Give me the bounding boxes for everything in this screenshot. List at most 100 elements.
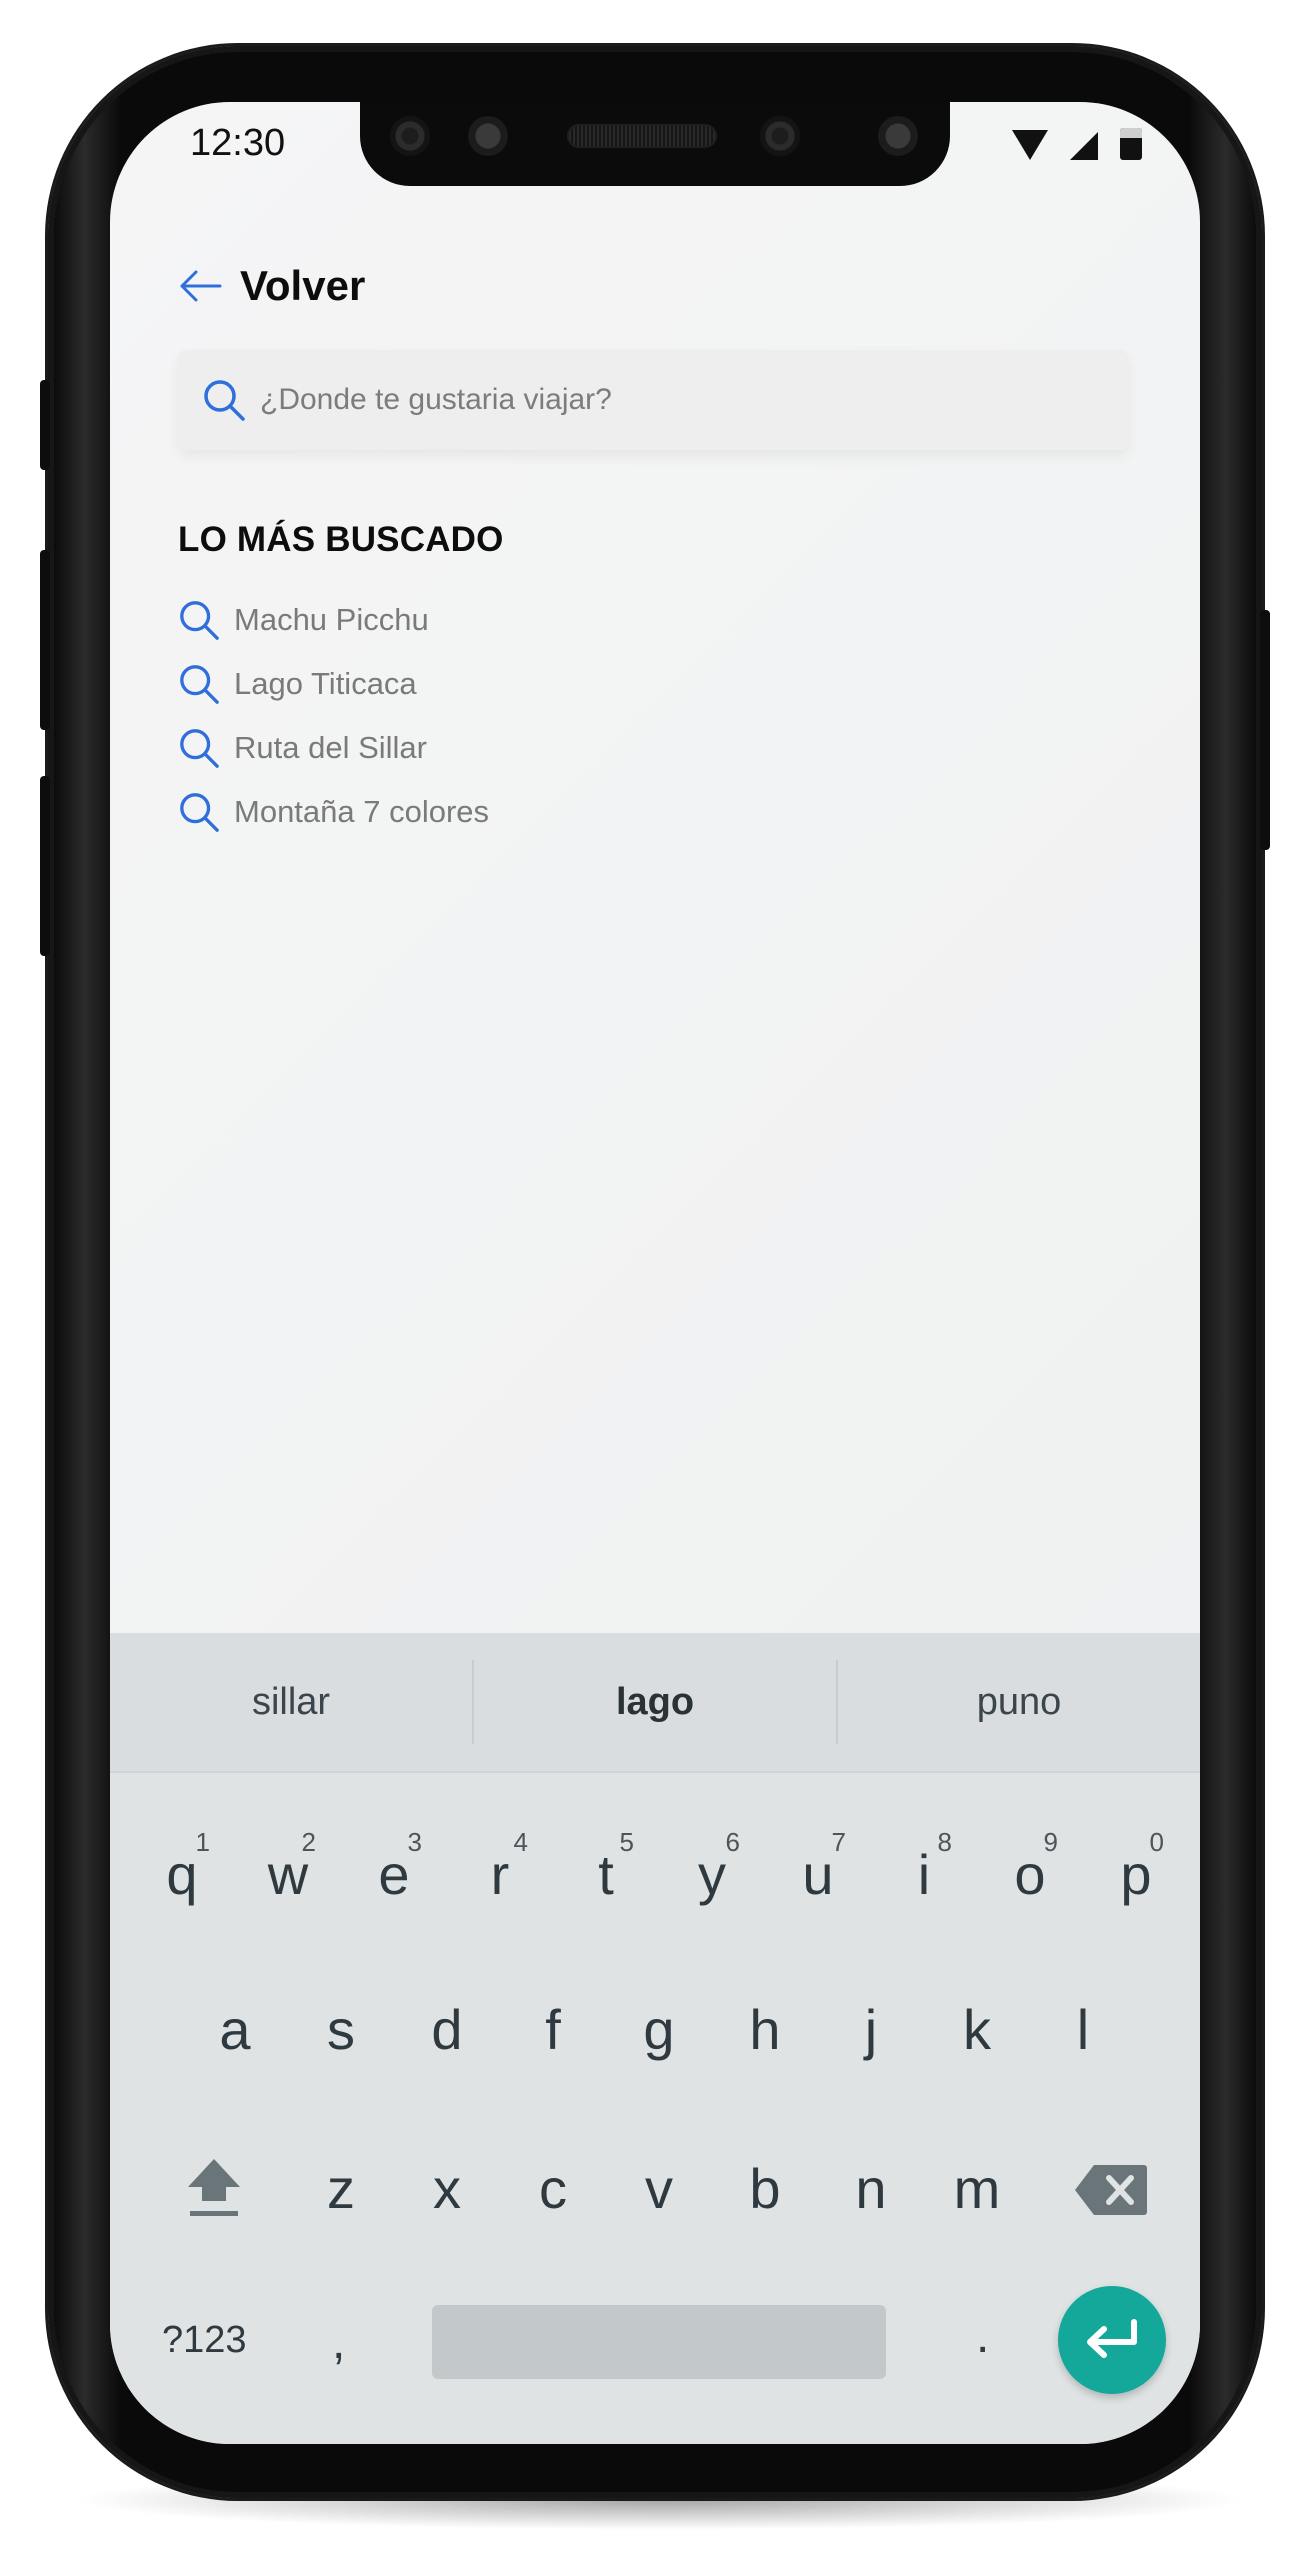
keyboard: sillar lago puno 1q 2w 3e 4r 5t 6y 7u 8i… bbox=[110, 1633, 1200, 2444]
key-j[interactable]: j bbox=[821, 1978, 921, 2078]
key-p[interactable]: 0p bbox=[1086, 1823, 1186, 1923]
key-w[interactable]: 2w bbox=[238, 1823, 338, 1923]
search-icon bbox=[204, 380, 245, 421]
key-d[interactable]: d bbox=[397, 1978, 497, 2078]
notch bbox=[360, 102, 950, 186]
key-s[interactable]: s bbox=[291, 1978, 391, 2078]
popular-item-label: Ruta del Sillar bbox=[234, 730, 427, 765]
wifi-icon bbox=[1012, 130, 1048, 160]
search-input[interactable] bbox=[260, 383, 1080, 417]
key-i[interactable]: 8i bbox=[874, 1823, 974, 1923]
stage: 12:30 Volver LO MÁS BUSCADO bbox=[0, 0, 1300, 2552]
shift-icon[interactable] bbox=[184, 2155, 244, 2219]
popular-item-label: Lago Titicaca bbox=[234, 666, 417, 701]
enter-icon bbox=[1087, 2319, 1137, 2358]
key-letter: l bbox=[1076, 1998, 1090, 2061]
key-letter: b bbox=[749, 2157, 781, 2220]
key-letter: y bbox=[698, 1843, 726, 1906]
key-u[interactable]: 7u bbox=[768, 1823, 868, 1923]
search-icon bbox=[180, 729, 219, 768]
suggestion-lago[interactable]: lago bbox=[474, 1681, 836, 1724]
key-l[interactable]: l bbox=[1033, 1978, 1133, 2078]
key-v[interactable]: v bbox=[609, 2137, 709, 2237]
popular-item-label: Montaña 7 colores bbox=[234, 794, 490, 829]
popular-item-machu-picchu[interactable]: Machu Picchu bbox=[178, 588, 489, 652]
status-time: 12:30 bbox=[190, 122, 286, 164]
key-h[interactable]: h bbox=[715, 1978, 815, 2078]
space-bar[interactable] bbox=[432, 2305, 886, 2379]
key-letter: i bbox=[917, 1843, 931, 1906]
key-k[interactable]: k bbox=[927, 1978, 1027, 2078]
key-letter: f bbox=[545, 1998, 561, 2061]
key-n[interactable]: n bbox=[821, 2137, 921, 2237]
face-sensor-icon bbox=[760, 116, 800, 156]
search-icon bbox=[180, 793, 219, 832]
suggestion-sillar[interactable]: sillar bbox=[110, 1681, 472, 1724]
backspace-icon[interactable] bbox=[1074, 2163, 1148, 2217]
popular-title: LO MÁS BUSCADO bbox=[178, 520, 504, 559]
search-bar[interactable] bbox=[178, 350, 1128, 450]
key-letter: s bbox=[327, 1998, 355, 2061]
key-e[interactable]: 3e bbox=[344, 1823, 444, 1923]
sensor-icon bbox=[468, 116, 508, 156]
key-b[interactable]: b bbox=[715, 2137, 815, 2237]
arrow-left-icon bbox=[180, 270, 222, 302]
key-x[interactable]: x bbox=[397, 2137, 497, 2237]
key-letter: a bbox=[219, 1998, 251, 2061]
key-r[interactable]: 4r bbox=[450, 1823, 550, 1923]
enter-button[interactable] bbox=[1058, 2286, 1166, 2394]
key-letter: n bbox=[855, 2157, 887, 2220]
key-letter: e bbox=[378, 1843, 410, 1906]
key-q[interactable]: 1q bbox=[132, 1823, 232, 1923]
key-letter: h bbox=[749, 1998, 781, 2061]
key-z[interactable]: z bbox=[291, 2137, 391, 2237]
key-t[interactable]: 5t bbox=[556, 1823, 656, 1923]
key-f[interactable]: f bbox=[503, 1978, 603, 2078]
signal-icon bbox=[1070, 132, 1098, 160]
key-letter: c bbox=[539, 2157, 567, 2220]
volume-down-button bbox=[40, 550, 50, 730]
earpiece-speaker bbox=[567, 124, 717, 148]
symbols-key[interactable]: ?123 bbox=[162, 2319, 247, 2362]
key-letter: z bbox=[327, 2157, 355, 2220]
key-letter: x bbox=[433, 2157, 461, 2220]
key-c[interactable]: c bbox=[503, 2137, 603, 2237]
key-letter: r bbox=[490, 1843, 510, 1906]
key-m[interactable]: m bbox=[927, 2137, 1027, 2237]
battery-icon bbox=[1120, 128, 1142, 160]
popular-list: Machu Picchu Lago Titicaca Ruta del Sill… bbox=[178, 588, 489, 844]
popular-item-lago-titicaca[interactable]: Lago Titicaca bbox=[178, 652, 489, 716]
proximity-sensor-icon bbox=[878, 116, 918, 156]
volume-up-button bbox=[40, 380, 50, 470]
front-camera-icon bbox=[390, 116, 430, 156]
key-letter: d bbox=[431, 1998, 463, 2061]
key-letter: m bbox=[953, 2157, 1001, 2220]
key-g[interactable]: g bbox=[609, 1978, 709, 2078]
key-letter: j bbox=[864, 1998, 878, 2061]
status-icons bbox=[1012, 128, 1142, 160]
key-letter: v bbox=[645, 2157, 673, 2220]
key-letter: o bbox=[1014, 1843, 1046, 1906]
popular-item-ruta-del-sillar[interactable]: Ruta del Sillar bbox=[178, 716, 489, 780]
comma-key[interactable]: , bbox=[332, 2315, 345, 2370]
key-letter: k bbox=[963, 1998, 991, 2061]
key-letter: q bbox=[166, 1843, 198, 1906]
key-y[interactable]: 6y bbox=[662, 1823, 762, 1923]
phone-screen: 12:30 Volver LO MÁS BUSCADO bbox=[110, 102, 1200, 2444]
key-letter: g bbox=[643, 1998, 675, 2061]
key-letter: w bbox=[267, 1843, 309, 1906]
suggestion-puno[interactable]: puno bbox=[838, 1681, 1200, 1724]
key-o[interactable]: 9o bbox=[980, 1823, 1080, 1923]
search-icon bbox=[180, 601, 219, 640]
search-icon bbox=[180, 665, 219, 704]
back-button[interactable]: Volver bbox=[178, 262, 365, 310]
back-label: Volver bbox=[240, 262, 366, 309]
power-button bbox=[1260, 610, 1270, 850]
key-a[interactable]: a bbox=[185, 1978, 285, 2078]
key-letter: u bbox=[802, 1843, 834, 1906]
suggestion-strip: sillar lago puno bbox=[110, 1633, 1200, 1773]
popular-item-label: Machu Picchu bbox=[234, 602, 429, 637]
mute-switch bbox=[40, 776, 50, 956]
popular-item-montana-7-colores[interactable]: Montaña 7 colores bbox=[178, 780, 489, 844]
period-key[interactable]: . bbox=[976, 2309, 989, 2364]
